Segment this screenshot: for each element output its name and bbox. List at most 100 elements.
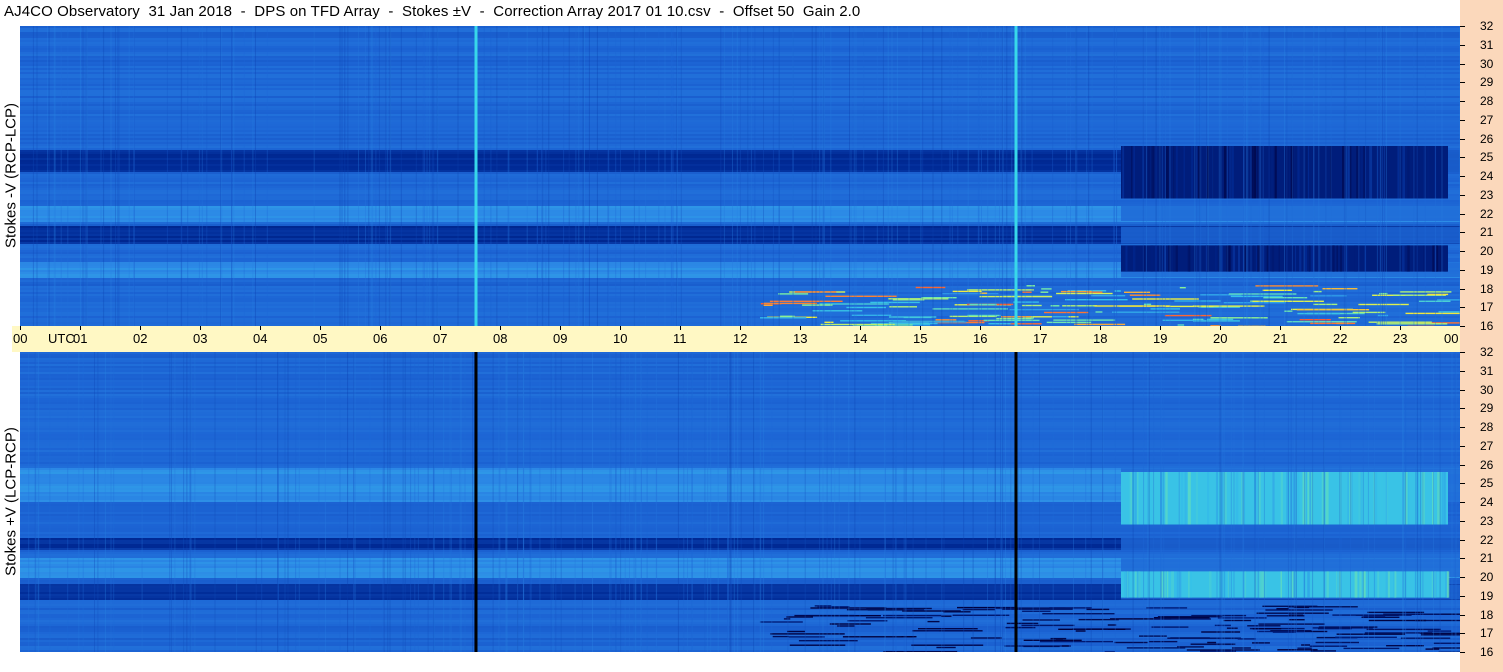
noise-burst (932, 308, 1008, 310)
mhz-tick (1460, 138, 1465, 140)
time-texture (1146, 26, 1147, 326)
time-texture (472, 352, 473, 652)
noise-burst (851, 314, 892, 316)
mhz-tick-label: 30 (1480, 56, 1494, 71)
time-texture (1380, 26, 1382, 326)
bright-region (1121, 472, 1448, 525)
region-texture (1363, 146, 1365, 199)
noise-burst (889, 306, 917, 308)
dark-streak (1315, 641, 1359, 644)
noise-burst (1143, 303, 1152, 305)
time-texture (727, 352, 729, 652)
time-texture (568, 26, 570, 326)
region-texture (1423, 245, 1425, 272)
stokes-plus-v-spectrogram (20, 352, 1460, 652)
time-texture (830, 352, 832, 652)
time-texture (1066, 26, 1068, 326)
utc-tick (860, 326, 861, 330)
region-texture (1361, 146, 1363, 199)
region-texture (1447, 571, 1450, 598)
time-texture (620, 352, 622, 652)
utc-tick (1100, 326, 1101, 330)
region-texture (1190, 571, 1192, 598)
utc-tick-label: 01 (73, 331, 88, 346)
region-texture (1244, 245, 1246, 272)
band-fade (1121, 206, 1460, 221)
noise-burst (1322, 288, 1358, 290)
time-texture (113, 352, 115, 652)
time-texture (1293, 352, 1295, 652)
dark-streak (1217, 617, 1267, 619)
time-texture (464, 352, 466, 652)
dark-streak (1114, 641, 1148, 644)
time-texture (318, 352, 320, 652)
time-texture (53, 26, 55, 326)
time-texture (608, 26, 610, 326)
utc-tick (680, 326, 681, 330)
dark-streak (927, 620, 940, 623)
time-texture (295, 352, 297, 652)
dark-streak (865, 617, 933, 619)
time-texture (575, 26, 577, 326)
time-texture (941, 352, 943, 652)
mhz-tick (1460, 101, 1465, 102)
region-texture (1132, 245, 1136, 272)
time-texture (1198, 26, 1200, 326)
time-texture (834, 352, 836, 652)
dark-streak (1022, 619, 1060, 621)
noise-burst (1338, 317, 1360, 319)
time-texture (110, 352, 112, 652)
mhz-tick-label: 26 (1480, 131, 1494, 146)
region-texture (1397, 146, 1400, 199)
region-texture (1333, 245, 1335, 272)
time-texture (1161, 26, 1163, 326)
time-texture (1303, 26, 1305, 326)
time-texture (815, 26, 817, 326)
region-texture (1166, 146, 1169, 199)
time-texture (431, 26, 433, 326)
utc-tick (920, 326, 921, 330)
region-texture (1354, 245, 1358, 272)
time-texture (584, 26, 585, 326)
utc-time-axis: 00 01 02 03 04 05 06 07 08 09 10 11 12 13 14 15 16 17 18 19… (12, 326, 1489, 352)
mhz-tick-label: 32 (1480, 345, 1494, 359)
time-texture (284, 352, 286, 652)
noise-burst (1056, 292, 1113, 295)
mhz-tick (1460, 251, 1465, 252)
noise-burst (1046, 321, 1092, 324)
mhz-tick (1460, 119, 1465, 121)
mhz-tick-label: 20 (1480, 570, 1494, 584)
time-texture (530, 352, 532, 652)
time-texture (1313, 26, 1315, 326)
mhz-tick (1460, 63, 1465, 65)
utc-tick-label: 16 (973, 331, 988, 346)
region-texture (1280, 472, 1283, 525)
time-texture (610, 352, 612, 652)
time-texture (707, 352, 709, 652)
time-texture (563, 26, 565, 326)
time-texture (324, 352, 326, 652)
time-texture (508, 26, 510, 326)
utc-tick (1160, 326, 1161, 330)
time-texture (859, 352, 861, 652)
time-texture (941, 26, 943, 326)
dark-streak (847, 620, 888, 622)
utc-tick (560, 326, 561, 330)
noise-burst (824, 321, 834, 323)
region-texture (1152, 146, 1154, 199)
time-texture (414, 352, 416, 652)
time-texture (638, 26, 640, 326)
noise-burst (969, 303, 997, 306)
time-texture (433, 26, 435, 326)
region-texture (1175, 245, 1178, 272)
time-texture (1031, 26, 1033, 326)
region-texture (1180, 472, 1184, 525)
time-texture (117, 26, 119, 326)
time-texture (378, 26, 380, 326)
time-texture (1218, 26, 1220, 326)
region-texture (1351, 472, 1353, 525)
stokes-minus-v-waterfall (20, 26, 1460, 326)
utc-tick (1040, 326, 1041, 330)
region-texture (1132, 146, 1135, 199)
noise-burst (1041, 288, 1052, 290)
